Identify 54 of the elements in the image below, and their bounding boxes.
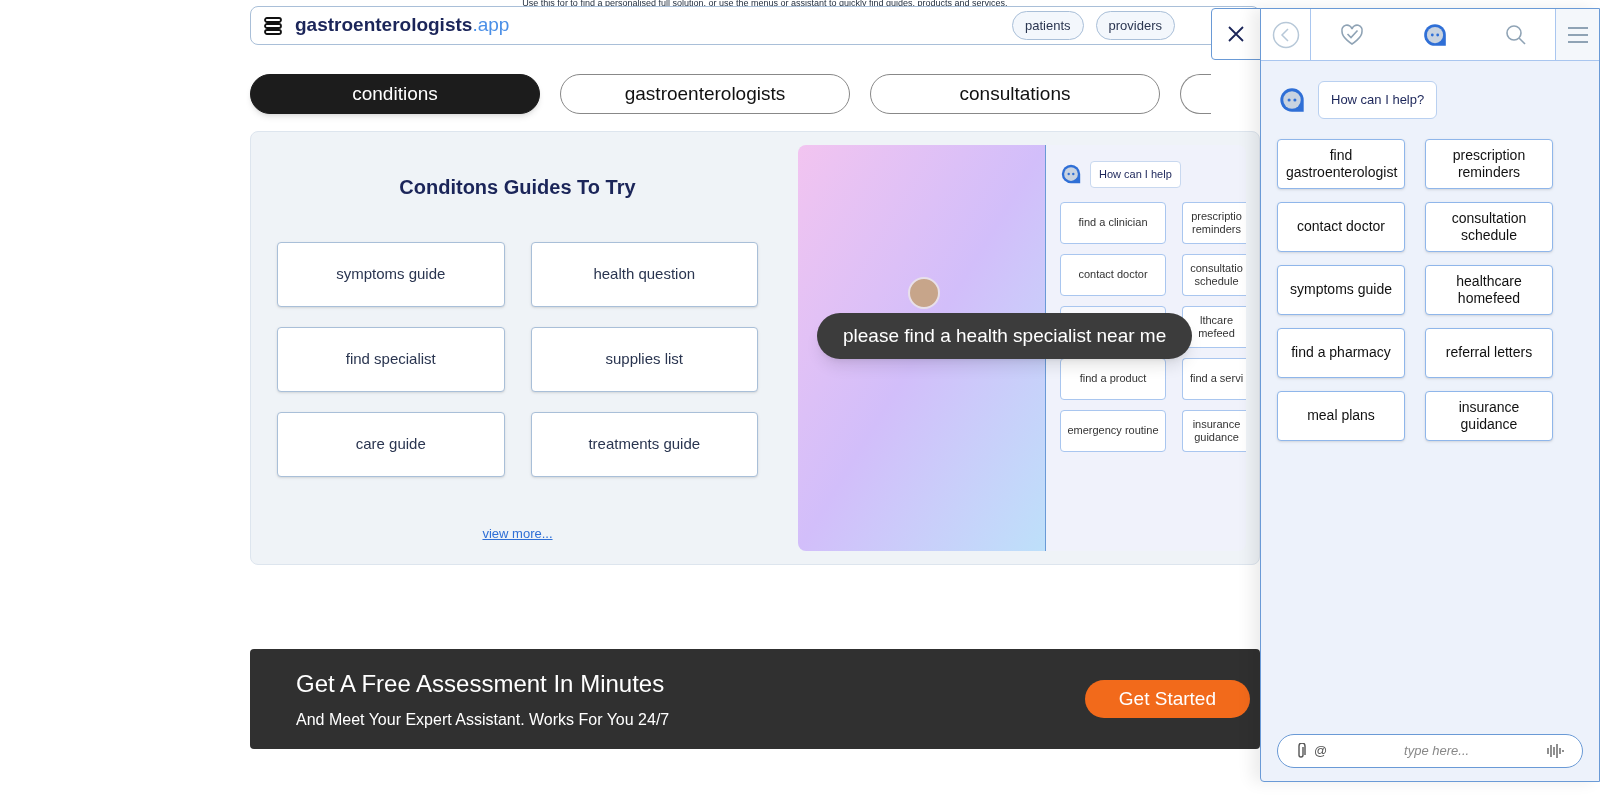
category-tab[interactable]: consultations: [870, 74, 1160, 114]
demo-option-card: emergency routine: [1060, 409, 1166, 452]
close-button[interactable]: [1211, 8, 1261, 60]
chat-bot-icon: [1422, 21, 1448, 48]
demo-option-card: find a servi: [1182, 357, 1246, 400]
guide-card[interactable]: supplies list: [530, 327, 758, 392]
menu-icon[interactable]: [263, 15, 283, 36]
menu-button[interactable]: [1555, 9, 1599, 60]
demo-option-card: insurance guidance: [1182, 409, 1246, 452]
banner-subtitle: And Meet Your Expert Assistant. Works For You 24/7: [296, 710, 670, 730]
chat-bot-icon: [1278, 85, 1306, 114]
back-icon: [1271, 20, 1300, 49]
message-input[interactable]: @ type here...: [1277, 734, 1583, 768]
paperclip-icon[interactable]: [1296, 743, 1306, 759]
heart-check-icon[interactable]: [1339, 22, 1366, 47]
chat-bot-icon: [1060, 163, 1082, 186]
category-tab[interactable]: [1180, 74, 1211, 114]
category-tab[interactable]: conditions: [250, 74, 540, 114]
banner-title: Get A Free Assessment In Minutes: [296, 669, 666, 699]
nav-link[interactable]: providers: [1095, 11, 1175, 40]
caption-bubble: please find a health specialist near me: [817, 313, 1193, 359]
site-logo[interactable]: gastroenterologists.app: [295, 11, 510, 40]
assistant-option[interactable]: find a pharmacy: [1277, 327, 1405, 378]
guides-title: Conditons Guides To Try: [399, 175, 636, 200]
demo-option-card: prescriptio reminders: [1182, 201, 1246, 244]
guide-card[interactable]: symptoms guide: [277, 242, 505, 307]
category-tab[interactable]: gastroenterologists: [560, 74, 850, 114]
guide-card[interactable]: find specialist: [277, 327, 505, 392]
demo-option-card: find a clinician: [1060, 201, 1166, 244]
close-icon: [1227, 25, 1245, 43]
voice-wave-icon[interactable]: [1546, 743, 1564, 759]
view-more-link[interactable]: view more...: [482, 523, 553, 543]
demo-option-card: contact doctor: [1060, 253, 1166, 296]
guide-card[interactable]: treatments guide: [530, 412, 758, 477]
assistant-option[interactable]: referral letters: [1425, 327, 1553, 378]
mention-symbol[interactable]: @: [1314, 741, 1328, 761]
assistant-option[interactable]: meal plans: [1277, 390, 1405, 441]
assistant-option[interactable]: contact doctor: [1277, 201, 1405, 252]
nav-link[interactable]: patients: [1012, 11, 1084, 40]
assistant-option[interactable]: consultation schedule: [1425, 201, 1553, 252]
top-note: Use this for to find a personalised full solution, or use the menus or assistant to quickly find guides, products and services.: [521, 0, 1009, 6]
search-icon[interactable]: [1504, 23, 1527, 46]
assistant-greeting: How can I help?: [1318, 81, 1438, 119]
guide-card[interactable]: health question: [530, 242, 758, 307]
assistant-option[interactable]: insurance guidance: [1425, 390, 1553, 441]
assistant-option[interactable]: find gastroenterologist: [1277, 138, 1405, 189]
demo-option-card: consultatio schedule: [1182, 253, 1246, 296]
assistant-option[interactable]: symptoms guide: [1277, 264, 1405, 315]
assistant-option[interactable]: healthcare homefeed: [1425, 264, 1553, 315]
menu-icon: [1566, 25, 1589, 44]
guide-card[interactable]: care guide: [277, 412, 505, 477]
demo-greeting: How can I help: [1090, 161, 1181, 188]
demo-option-card: find a product: [1060, 357, 1166, 400]
assistant-option[interactable]: prescription reminders: [1425, 138, 1553, 189]
